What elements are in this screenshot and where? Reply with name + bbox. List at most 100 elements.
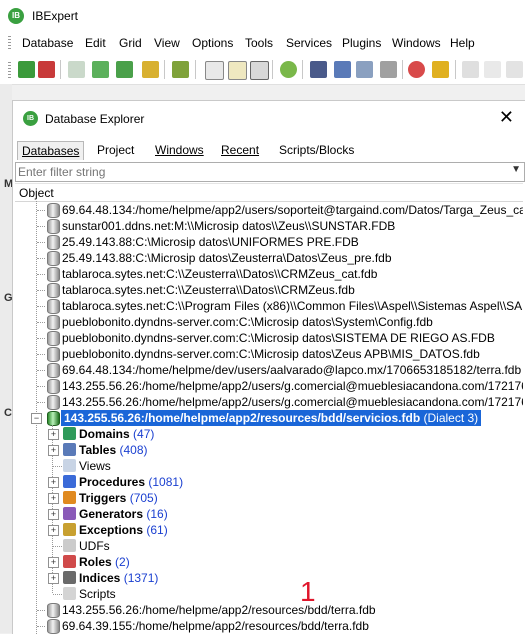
doc-icon[interactable] bbox=[484, 61, 501, 78]
toolbar-separator bbox=[164, 60, 165, 79]
tree-node-domains[interactable]: + Domains (47) bbox=[15, 426, 485, 442]
close-icon[interactable]: ✕ bbox=[499, 107, 514, 127]
disconnect-icon[interactable] bbox=[92, 61, 109, 78]
collapse-icon[interactable]: − bbox=[31, 413, 42, 424]
explorer-title: Database Explorer bbox=[45, 112, 145, 126]
expand-icon[interactable]: + bbox=[48, 557, 59, 568]
menubar-grip[interactable] bbox=[8, 36, 11, 50]
database-item[interactable]: pueblobonito.dyndns-server.com:C:\Micros… bbox=[15, 314, 523, 330]
print-icon[interactable] bbox=[380, 61, 397, 78]
database-item[interactable]: 143.255.56.26:/home/helpme/app2/users/g.… bbox=[15, 394, 523, 410]
sql-editor-icon[interactable] bbox=[310, 61, 327, 78]
toolbar-grip[interactable] bbox=[8, 62, 11, 78]
tree-node-roles[interactable]: + Roles (2) bbox=[15, 554, 485, 570]
tree-node-generators[interactable]: + Generators (16) bbox=[15, 506, 485, 522]
reconnect-icon[interactable] bbox=[116, 61, 133, 78]
tab-project[interactable]: Project bbox=[93, 141, 138, 159]
menu-windows[interactable]: Windows bbox=[392, 36, 441, 50]
database-item[interactable]: pueblobonito.dyndns-server.com:C:\Micros… bbox=[15, 346, 523, 362]
tree-node-procedures[interactable]: + Procedures (1081) bbox=[15, 474, 485, 490]
expand-icon[interactable]: + bbox=[48, 509, 59, 520]
db-backup-icon[interactable] bbox=[142, 61, 159, 78]
expand-icon[interactable]: + bbox=[48, 429, 59, 440]
expand-icon[interactable]: + bbox=[48, 525, 59, 536]
database-item[interactable]: tablaroca.sytes.net:C:\\Program Files (x… bbox=[15, 298, 523, 314]
tree-node-indices[interactable]: + Indices (1371) bbox=[15, 570, 485, 586]
toolbar-separator bbox=[402, 60, 403, 79]
filter-combobox[interactable]: ▼ bbox=[15, 162, 525, 182]
database-path: tablaroca.sytes.net:C:\\Program Files (x… bbox=[62, 299, 523, 313]
grid-icon[interactable] bbox=[462, 61, 479, 78]
triggers-icon bbox=[63, 491, 76, 504]
menu-database[interactable]: Database bbox=[22, 36, 73, 50]
expand-icon[interactable]: + bbox=[48, 493, 59, 504]
node-name: Domains bbox=[79, 427, 130, 441]
run-icon[interactable] bbox=[506, 61, 523, 78]
database-item[interactable]: 69.64.48.134:/home/helpme/dev/users/aalv… bbox=[15, 362, 523, 378]
database-icon bbox=[47, 219, 60, 234]
toolbar-separator bbox=[60, 60, 61, 79]
node-name: Procedures bbox=[79, 475, 146, 489]
database-item[interactable]: sunstar001.ddns.net:M:\\Microsip datos\\… bbox=[15, 218, 523, 234]
column-header-object[interactable]: Object bbox=[15, 183, 523, 202]
copy-icon[interactable] bbox=[250, 61, 269, 80]
database-item[interactable]: tablaroca.sytes.net:C:\\Zeusterra\\Datos… bbox=[15, 266, 523, 282]
menu-plugins[interactable]: Plugins bbox=[342, 36, 381, 50]
database-item[interactable]: 25.49.143.88:C:\Microsip datos\Zeusterra… bbox=[15, 250, 523, 266]
menu-services[interactable]: Services bbox=[286, 36, 332, 50]
exceptions-icon bbox=[63, 523, 76, 536]
tree-node-triggers[interactable]: + Triggers (705) bbox=[15, 490, 485, 506]
expand-icon[interactable]: + bbox=[48, 573, 59, 584]
explorer-title-bar: IB Database Explorer ✕ bbox=[13, 101, 525, 135]
database-item[interactable]: 69.64.39.155:/home/helpme/app2/resources… bbox=[15, 618, 523, 634]
expand-icon[interactable]: + bbox=[48, 477, 59, 488]
connect-icon[interactable] bbox=[68, 61, 85, 78]
node-name: Roles bbox=[79, 555, 112, 569]
expand-icon[interactable]: + bbox=[48, 445, 59, 456]
tree-line bbox=[53, 594, 62, 596]
import-icon[interactable] bbox=[172, 61, 189, 78]
new-doc-star-icon[interactable] bbox=[228, 61, 247, 80]
export-icon[interactable] bbox=[334, 61, 351, 78]
database-item-selected[interactable]: − 143.255.56.26:/home/helpme/app2/resourc… bbox=[15, 410, 523, 426]
database-path: 143.255.56.26:/home/helpme/app2/users/g.… bbox=[62, 379, 523, 393]
tab-windows[interactable]: Windows bbox=[151, 141, 208, 159]
menu-tools[interactable]: Tools bbox=[245, 36, 273, 50]
menu-edit[interactable]: Edit bbox=[85, 36, 106, 50]
chevron-down-icon[interactable]: ▼ bbox=[511, 164, 521, 175]
tree-line bbox=[37, 226, 45, 228]
menu-help[interactable]: Help bbox=[450, 36, 475, 50]
database-item[interactable]: 69.64.48.134:/home/helpme/app2/users/sop… bbox=[15, 202, 523, 218]
register-db-icon[interactable] bbox=[18, 61, 35, 78]
tree-node-views[interactable]: Views bbox=[15, 458, 485, 474]
tree-node-exceptions[interactable]: + Exceptions (61) bbox=[15, 522, 485, 538]
menu-view[interactable]: View bbox=[154, 36, 180, 50]
database-item[interactable]: pueblobonito.dyndns-server.com:C:\Micros… bbox=[15, 330, 523, 346]
refresh-icon[interactable] bbox=[280, 61, 297, 78]
tree-node-udfs[interactable]: UDFs bbox=[15, 538, 485, 554]
user-manager-icon[interactable] bbox=[408, 61, 425, 78]
tree-node-label: Indices (1371) bbox=[79, 570, 158, 586]
node-count: (705) bbox=[129, 491, 158, 505]
tab-recent[interactable]: Recent bbox=[217, 141, 263, 159]
database-icon bbox=[47, 395, 60, 410]
menu-options[interactable]: Options bbox=[192, 36, 233, 50]
tree-node-tables[interactable]: + Tables (408) bbox=[15, 442, 485, 458]
database-item[interactable]: 143.255.56.26:/home/helpme/app2/users/g.… bbox=[15, 378, 523, 394]
key-icon[interactable] bbox=[432, 61, 449, 78]
new-doc-icon[interactable] bbox=[205, 61, 224, 80]
database-item[interactable]: 25.49.143.88:C:\Microsip datos\UNIFORMES… bbox=[15, 234, 523, 250]
tree-node-scripts[interactable]: Scripts bbox=[15, 586, 485, 602]
database-item[interactable]: tablaroca.sytes.net:C:\\Zeusterra\\Datos… bbox=[15, 282, 523, 298]
database-path: 25.49.143.88:C:\Microsip datos\UNIFORMES… bbox=[62, 235, 359, 249]
explorer-tabs: Databases Project Windows Recent Scripts… bbox=[13, 137, 525, 161]
send-icon[interactable] bbox=[356, 61, 373, 78]
tab-label: Scripts/Blocks bbox=[279, 143, 355, 157]
unregister-db-icon[interactable] bbox=[38, 61, 55, 78]
filter-input[interactable] bbox=[16, 163, 500, 181]
tab-databases[interactable]: Databases bbox=[17, 141, 85, 160]
tab-scripts-blocks[interactable]: Scripts/Blocks bbox=[275, 141, 358, 159]
database-path: pueblobonito.dyndns-server.com:C:\Micros… bbox=[62, 331, 495, 345]
database-item[interactable]: 143.255.56.26:/home/helpme/app2/resource… bbox=[15, 602, 523, 618]
menu-grid[interactable]: Grid bbox=[119, 36, 142, 50]
